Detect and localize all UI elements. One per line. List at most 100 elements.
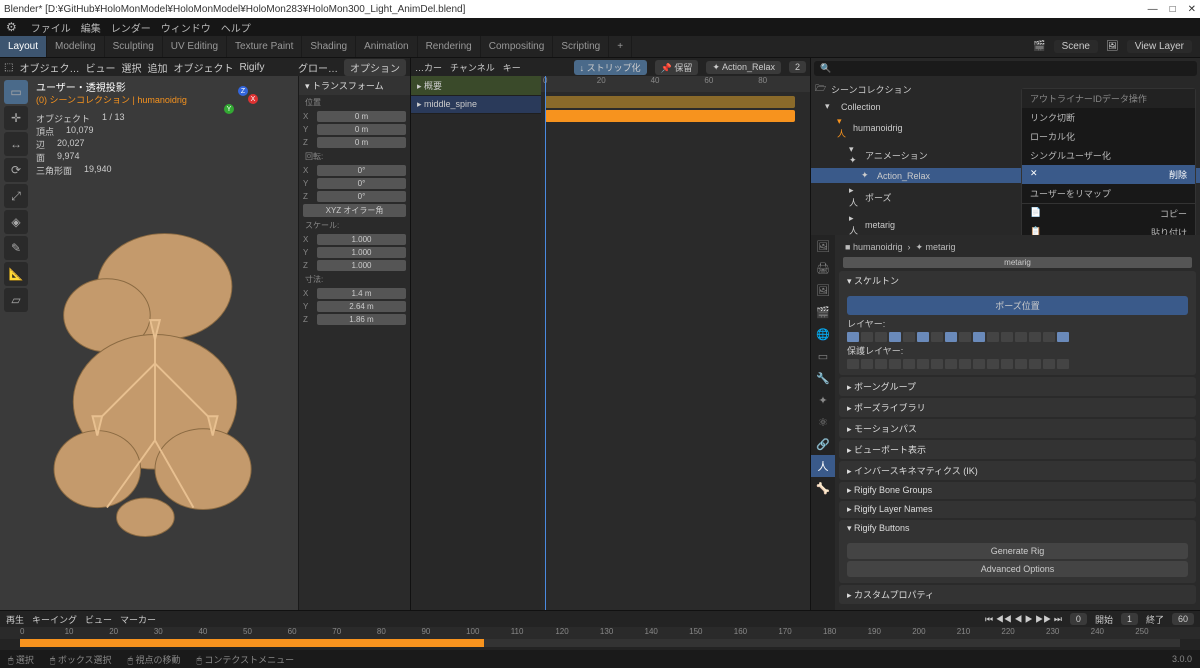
tool-measure[interactable]: 📐 <box>4 262 28 286</box>
ptab-viewlayer[interactable]: 🖼 <box>811 279 835 301</box>
tab-compositing[interactable]: Compositing <box>481 36 554 57</box>
window-max-button[interactable]: □ <box>1170 4 1176 15</box>
tool-transform[interactable]: ◈ <box>4 210 28 234</box>
ptab-scene[interactable]: 🎬 <box>811 301 835 323</box>
transport-controls[interactable]: ⏮ ◀◀ ◀ ▶ ▶▶ ⏭ <box>985 614 1062 625</box>
frame-start[interactable]: 1 <box>1121 613 1138 625</box>
vp-menu-select[interactable]: 選択 <box>121 60 141 75</box>
menu-help[interactable]: ヘルプ <box>221 20 251 35</box>
nla-strip-summary[interactable] <box>545 96 795 108</box>
dim-z[interactable]: 1.86 m <box>317 314 406 325</box>
ptab-armature[interactable]: 人 <box>811 455 835 477</box>
tl-menu-marker[interactable]: マーカー <box>120 613 156 626</box>
loc-x[interactable]: 0 m <box>317 111 406 122</box>
window-min-button[interactable]: — <box>1148 4 1158 15</box>
panel-rigify-bone[interactable]: ▸ Rigify Bone Groups <box>839 482 1196 499</box>
options-button[interactable]: オプション <box>344 59 406 76</box>
scale-y[interactable]: 1.000 <box>317 247 406 258</box>
outliner-search[interactable]: 🔍 <box>814 61 1197 76</box>
tab-sculpting[interactable]: Sculpting <box>105 36 163 57</box>
frame-end[interactable]: 60 <box>1172 613 1194 625</box>
ctx-copy[interactable]: 📄 コピー <box>1022 203 1195 223</box>
timeline-scrubber[interactable] <box>20 639 1180 647</box>
ctx-single-user[interactable]: シングルユーザー化 <box>1022 146 1195 165</box>
vp-menu-object[interactable]: オブジェクト <box>173 60 233 75</box>
frame-current[interactable]: 0 <box>1070 613 1087 625</box>
viewport-body[interactable]: ▭ ✛ ↔ ⟳ ⤢ ◈ ✎ 📐 ▱ ユーザー・透視投影 (0) シーンコレクショ… <box>0 76 410 610</box>
tool-select[interactable]: ▭ <box>4 80 28 104</box>
nla-menu-key[interactable]: キー <box>503 61 521 74</box>
ptab-physics[interactable]: ⚛ <box>811 411 835 433</box>
panel-skeleton[interactable]: ▾ スケルトン <box>839 271 1196 290</box>
panel-bonegroups[interactable]: ▸ ボーングループ <box>839 377 1196 396</box>
menu-file[interactable]: ファイル <box>31 20 71 35</box>
panel-ik[interactable]: ▸ インバースキネマティクス (IK) <box>839 461 1196 480</box>
window-close-button[interactable]: ✕ <box>1188 4 1196 15</box>
ptab-world[interactable]: 🌐 <box>811 323 835 345</box>
ctx-unlink[interactable]: リンク切断 <box>1022 108 1195 127</box>
pose-position-button[interactable]: ポーズ位置 <box>847 296 1188 315</box>
ctx-remap[interactable]: ユーザーをリマップ <box>1022 184 1195 203</box>
tool-scale[interactable]: ⤢ <box>4 184 28 208</box>
tl-menu-playback[interactable]: 再生 <box>6 613 24 626</box>
rot-x[interactable]: 0° <box>317 165 406 176</box>
mode-selector[interactable]: オブジェク… <box>19 60 79 75</box>
rot-y[interactable]: 0° <box>317 178 406 189</box>
armature-layers[interactable] <box>847 332 1188 342</box>
viewlayer-selector[interactable]: View Layer <box>1127 40 1192 53</box>
ptab-constraint[interactable]: 🔗 <box>811 433 835 455</box>
action-selector[interactable]: ✦ Action_Relax <box>706 61 781 74</box>
playhead[interactable] <box>545 76 546 610</box>
ptab-modifier[interactable]: 🔧 <box>811 367 835 389</box>
tab-uv[interactable]: UV Editing <box>163 36 227 57</box>
tool-cursor[interactable]: ✛ <box>4 106 28 130</box>
panel-poselib[interactable]: ▸ ポーズライブラリ <box>839 398 1196 417</box>
panel-rigify-buttons[interactable]: ▾ Rigify Buttons <box>839 520 1196 537</box>
tab-scripting[interactable]: Scripting <box>553 36 609 57</box>
strip-button[interactable]: ↓ ストリップ化 <box>574 60 647 75</box>
panel-motionpath[interactable]: ▸ モーションパス <box>839 419 1196 438</box>
dim-y[interactable]: 2.64 m <box>317 301 406 312</box>
dim-x[interactable]: 1.4 m <box>317 288 406 299</box>
nla-menu-marker[interactable]: …カー <box>415 61 442 74</box>
ctx-delete[interactable]: ✕ 削除 <box>1022 165 1195 184</box>
tab-texpaint[interactable]: Texture Paint <box>227 36 302 57</box>
nla-strip-action[interactable] <box>545 110 795 122</box>
nla-menu-channel[interactable]: チャンネル <box>450 61 495 74</box>
tab-modeling[interactable]: Modeling <box>47 36 105 57</box>
action-users[interactable]: 2 <box>789 61 806 73</box>
tool-add[interactable]: ▱ <box>4 288 28 312</box>
ctx-paste[interactable]: 📋 貼り付け <box>1022 223 1195 235</box>
tool-rotate[interactable]: ⟳ <box>4 158 28 182</box>
rot-z[interactable]: 0° <box>317 191 406 202</box>
scale-x[interactable]: 1.000 <box>317 234 406 245</box>
vp-menu-view[interactable]: ビュー <box>85 60 115 75</box>
panel-rigify-layer[interactable]: ▸ Rigify Layer Names <box>839 501 1196 518</box>
tab-layout[interactable]: Layout <box>0 36 47 57</box>
editor-type-icon[interactable]: ⬚ <box>4 62 13 73</box>
tool-annotate[interactable]: ✎ <box>4 236 28 260</box>
tl-menu-view[interactable]: ビュー <box>85 613 112 626</box>
tool-move[interactable]: ↔ <box>4 132 28 156</box>
armature-name[interactable]: metarig <box>843 257 1192 268</box>
scene-selector[interactable]: Scene <box>1054 40 1098 53</box>
panel-custom-props[interactable]: ▸ カスタムプロパティ <box>839 585 1196 604</box>
ctx-localize[interactable]: ローカル化 <box>1022 127 1195 146</box>
tab-shading[interactable]: Shading <box>302 36 356 57</box>
loc-y[interactable]: 0 m <box>317 124 406 135</box>
advanced-options-button[interactable]: Advanced Options <box>847 561 1188 577</box>
tab-rendering[interactable]: Rendering <box>418 36 481 57</box>
nla-track-summary[interactable]: ▸ 概要 <box>411 76 541 96</box>
npanel-transform-header[interactable]: ▾ トランスフォーム <box>299 76 410 95</box>
ptab-object[interactable]: ▭ <box>811 345 835 367</box>
ptab-particle[interactable]: ✦ <box>811 389 835 411</box>
menu-render[interactable]: レンダー <box>111 20 151 35</box>
protected-layers[interactable] <box>847 359 1188 369</box>
orientation-selector[interactable]: グロー… <box>298 60 338 75</box>
nav-gizmo[interactable]: X Y Z <box>224 86 260 122</box>
tab-add[interactable]: + <box>609 36 632 57</box>
tl-menu-keying[interactable]: キーイング <box>32 613 77 626</box>
scale-z[interactable]: 1.000 <box>317 260 406 271</box>
hold-button[interactable]: 📌 保留 <box>655 60 699 75</box>
generate-rig-button[interactable]: Generate Rig <box>847 543 1188 559</box>
